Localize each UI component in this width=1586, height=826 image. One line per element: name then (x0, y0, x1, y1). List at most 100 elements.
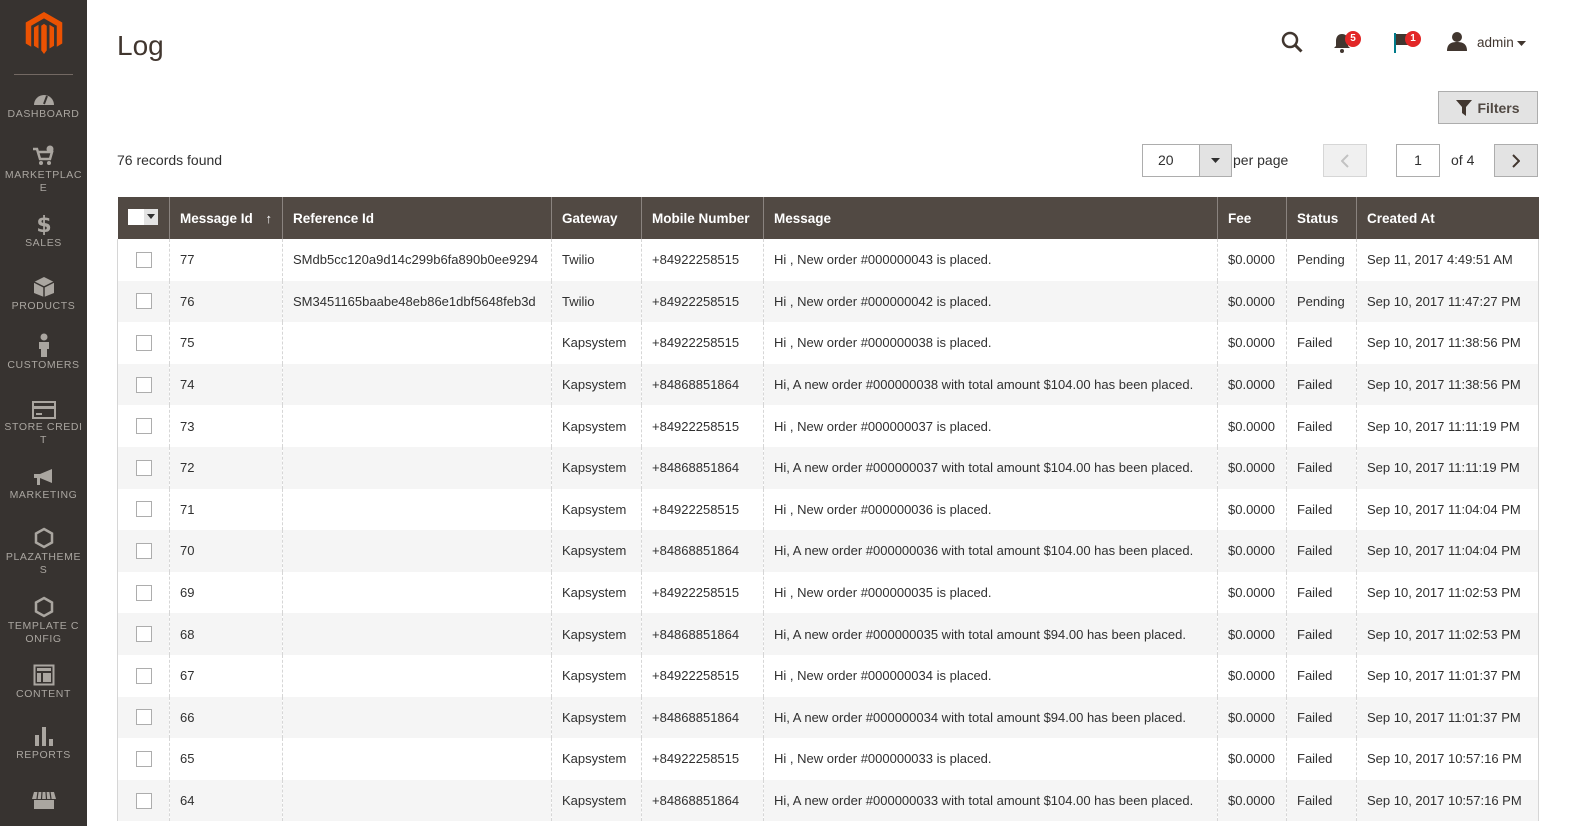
table-row[interactable]: 68 Kapsystem +84868851864 Hi, A new order #… (117, 613, 1539, 655)
cell-message-id: 76 (169, 280, 283, 323)
table-row[interactable]: 74 Kapsystem +84868851864 Hi, A new order #… (117, 363, 1539, 406)
row-checkbox[interactable] (136, 792, 152, 809)
per-page-input[interactable]: 20 (1142, 144, 1200, 177)
cell-reference-id (282, 738, 552, 780)
cell-reference-id: SM3451165baabe48eb86e1dbf5648feb3d (282, 280, 552, 323)
column-header-message[interactable]: Message (763, 197, 1218, 239)
cell-message: Hi , New order #000000036 is placed. (763, 488, 1218, 531)
row-checkbox[interactable] (136, 376, 152, 393)
sidebar-label: PRODUCTS (11, 300, 76, 312)
previous-page-button[interactable] (1323, 144, 1367, 177)
column-header-created-at[interactable]: Created At (1356, 197, 1539, 239)
cell-status: Failed (1286, 446, 1357, 489)
row-checkbox[interactable] (136, 626, 152, 643)
mass-select-dropdown[interactable] (127, 208, 158, 225)
page-title: Log (117, 30, 164, 61)
sidebar-label: CUSTOMERS (7, 359, 80, 371)
table-row[interactable]: 77 SMdb5cc120a9d14c299b6fa890b0ee9294 Twil… (117, 239, 1539, 281)
row-select-cell (117, 696, 170, 739)
column-header-message-id[interactable]: Message Id ↑ (169, 197, 283, 239)
row-checkbox[interactable] (136, 709, 152, 726)
search-icon[interactable] (1281, 31, 1303, 53)
table-row[interactable]: 67 Kapsystem +84922258515 Hi , New order #0… (117, 654, 1539, 697)
cell-message: Hi , New order #000000037 is placed. (763, 405, 1218, 447)
sidebar-label: MARKETING (9, 489, 78, 501)
records-found: 76 records found (117, 152, 223, 168)
row-select-cell (117, 405, 170, 447)
column-header-fee[interactable]: Fee (1217, 197, 1287, 239)
table-row[interactable]: 76 SM3451165baabe48eb86e1dbf5648feb3d Twil… (117, 280, 1539, 323)
column-header-gateway[interactable]: Gateway (551, 197, 642, 239)
sidebar-item-template-config[interactable]: TEMPLATE CONFIG (0, 596, 87, 646)
cell-status: Failed (1286, 779, 1357, 822)
sidebar-item-products[interactable]: PRODUCTS (0, 276, 87, 313)
cell-status: Failed (1286, 363, 1357, 406)
cell-message-id: 69 (169, 571, 283, 614)
cell-created-at: Sep 10, 2017 11:38:56 PM (1356, 322, 1539, 364)
row-checkbox[interactable] (136, 542, 152, 559)
main-content: Log 5 1 admin Filters 76 records found 2… (87, 0, 1586, 826)
cell-message-id: 64 (169, 779, 283, 822)
admin-sidebar: DASHBOARD MARKETPLACE $ SALES PRODUCTS C… (0, 0, 87, 826)
cell-reference-id: SMdb5cc120a9d14c299b6fa890b0ee9294 (282, 239, 552, 281)
cell-status: Pending (1286, 239, 1357, 281)
cell-status: Failed (1286, 696, 1357, 739)
system-messages-button[interactable]: 1 (1393, 31, 1429, 55)
sidebar-label: SALES (25, 237, 62, 249)
row-select-cell (117, 738, 170, 780)
sidebar-item-plazathemes[interactable]: PLAZATHEMES (0, 527, 87, 577)
funnel-icon (1456, 99, 1473, 116)
row-checkbox[interactable] (136, 501, 152, 518)
table-row[interactable]: 71 Kapsystem +84922258515 Hi , New order #0… (117, 488, 1539, 531)
mass-select-checkbox[interactable] (127, 208, 144, 225)
table-row[interactable]: 75 Kapsystem +84922258515 Hi , New order #0… (117, 322, 1539, 364)
per-page-dropdown-button[interactable] (1200, 144, 1232, 177)
sidebar-item-marketplace[interactable]: MARKETPLACE (0, 145, 87, 195)
cell-message: Hi , New order #000000043 is placed. (763, 239, 1218, 281)
sidebar-item-dashboard[interactable]: DASHBOARD (0, 88, 87, 121)
sidebar-label: DASHBOARD (7, 108, 80, 120)
column-header-mobile-number[interactable]: Mobile Number (641, 197, 764, 239)
cell-message-id: 77 (169, 239, 283, 281)
table-row[interactable]: 64 Kapsystem +84868851864 Hi, A new order #… (117, 779, 1539, 822)
sidebar-label: REPORTS (16, 749, 71, 761)
notifications-button[interactable]: 5 (1333, 31, 1369, 55)
hexagon-icon (34, 596, 53, 618)
row-checkbox[interactable] (136, 334, 152, 351)
cell-message-id: 71 (169, 488, 283, 531)
sidebar-item-store-credit[interactable]: STORE CREDIT (0, 401, 87, 447)
log-grid: Message Id ↑ Reference Id Gateway Mobile … (117, 197, 1539, 822)
cell-fee: $0.0000 (1217, 654, 1287, 697)
column-header-reference-id[interactable]: Reference Id (282, 197, 552, 239)
sidebar-item-customers[interactable]: CUSTOMERS (0, 333, 87, 372)
row-checkbox[interactable] (136, 293, 152, 310)
sidebar-item-content[interactable]: CONTENT (0, 664, 87, 701)
table-row[interactable]: 72 Kapsystem +84868851864 Hi, A new order #… (117, 446, 1539, 489)
row-checkbox[interactable] (136, 584, 152, 601)
admin-user-menu[interactable]: admin (1447, 30, 1537, 54)
sidebar-item-reports[interactable]: REPORTS (0, 725, 87, 762)
cell-created-at: Sep 10, 2017 11:01:37 PM (1356, 696, 1539, 739)
table-row[interactable]: 66 Kapsystem +84868851864 Hi, A new order #… (117, 696, 1539, 739)
sidebar-item-sales[interactable]: $ SALES (0, 213, 87, 250)
next-page-button[interactable] (1494, 144, 1538, 177)
filters-button[interactable]: Filters (1438, 91, 1538, 124)
table-row[interactable]: 73 Kapsystem +84922258515 Hi , New order #0… (117, 405, 1539, 447)
row-checkbox[interactable] (136, 667, 152, 684)
row-checkbox[interactable] (136, 251, 152, 268)
table-row[interactable]: 70 Kapsystem +84868851864 Hi, A new order #… (117, 530, 1539, 572)
magento-logo[interactable] (24, 12, 64, 54)
table-row[interactable]: 69 Kapsystem +84922258515 Hi , New order #0… (117, 571, 1539, 614)
cell-fee: $0.0000 (1217, 613, 1287, 655)
filters-label: Filters (1477, 99, 1520, 116)
cell-reference-id (282, 571, 552, 614)
column-header-status[interactable]: Status (1286, 197, 1357, 239)
row-checkbox[interactable] (136, 750, 152, 767)
cell-fee: $0.0000 (1217, 530, 1287, 572)
current-page-input[interactable]: 1 (1396, 144, 1440, 177)
row-checkbox[interactable] (136, 459, 152, 476)
row-checkbox[interactable] (136, 418, 152, 435)
sidebar-item-marketing[interactable]: MARKETING (0, 467, 87, 502)
sidebar-item-stores[interactable] (0, 790, 87, 812)
table-row[interactable]: 65 Kapsystem +84922258515 Hi , New order #0… (117, 738, 1539, 780)
